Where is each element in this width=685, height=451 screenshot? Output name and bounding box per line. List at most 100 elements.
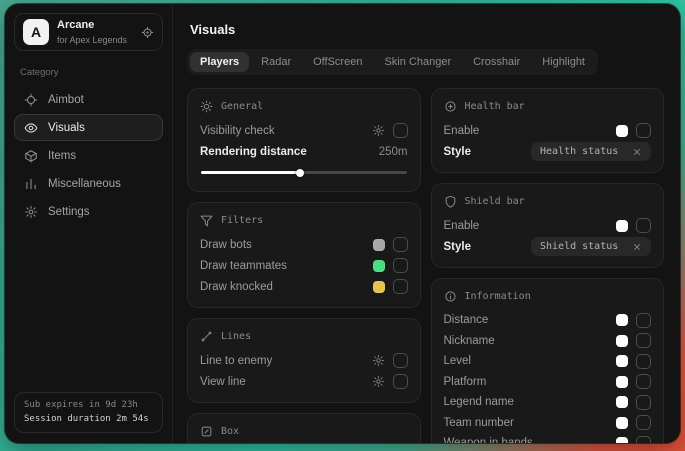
team-number-row: Team number [444, 413, 652, 434]
shield-bar-card: Shield bar Enable Style S [431, 183, 665, 268]
shield-enable-checkbox[interactable] [636, 218, 651, 233]
draw-knocked-color-swatch[interactable] [373, 281, 385, 293]
tab-bar: Players Radar OffScreen Skin Changer Cro… [187, 49, 598, 75]
info-icon [444, 290, 457, 303]
slider-thumb[interactable] [296, 169, 304, 177]
sidebar-item-aimbot[interactable]: Aimbot [14, 86, 163, 113]
visibility-check-label: Visibility check [200, 125, 275, 137]
box-card: Box Enable Enable background [187, 413, 421, 443]
draw-knocked-label: Draw knocked [200, 281, 273, 293]
health-enable-checkbox[interactable] [636, 123, 651, 138]
shield-bar-card-title: Shield bar [465, 196, 525, 207]
team-number-color-swatch[interactable] [616, 417, 628, 429]
sidebar-item-label: Miscellaneous [48, 178, 121, 190]
tab-highlight[interactable]: Highlight [532, 52, 595, 72]
sidebar-item-visuals[interactable]: Visuals [14, 114, 163, 141]
draw-knocked-checkbox[interactable] [393, 279, 408, 294]
shield-style-select[interactable]: Shield status [531, 237, 651, 256]
health-style-label: Style [444, 146, 472, 158]
visibility-check-checkbox[interactable] [393, 123, 408, 138]
weapon-in-hands-checkbox[interactable] [636, 436, 651, 443]
settings-gear-icon[interactable] [372, 375, 385, 388]
health-style-select[interactable]: Health status [531, 142, 651, 161]
sidebar-item-settings[interactable]: Settings [14, 198, 163, 225]
tab-skin-changer[interactable]: Skin Changer [374, 52, 461, 72]
box-icon [200, 425, 213, 438]
health-style-value: Health status [540, 146, 618, 157]
nickname-row: Nickname [444, 331, 652, 352]
sub-expires-text: Sub expires in 9d 23h [24, 400, 153, 410]
nickname-checkbox[interactable] [636, 333, 651, 348]
platform-color-swatch[interactable] [616, 376, 628, 388]
legend-name-color-swatch[interactable] [616, 396, 628, 408]
gear-icon [24, 205, 38, 219]
target-icon[interactable] [141, 26, 154, 39]
page-title: Visuals [190, 22, 664, 37]
information-card: Information Distance Nickname [431, 278, 665, 443]
box-card-title: Box [221, 426, 239, 437]
level-color-swatch[interactable] [616, 355, 628, 367]
shield-icon [444, 195, 457, 208]
health-enable-label: Enable [444, 125, 480, 137]
app-subtitle: for Apex Legends [57, 35, 127, 45]
platform-label: Platform [444, 376, 487, 388]
team-number-checkbox[interactable] [636, 415, 651, 430]
sun-icon [200, 100, 213, 113]
sidebar-item-label: Visuals [48, 122, 85, 134]
shield-bar-card-header: Shield bar [444, 195, 652, 208]
close-icon[interactable] [632, 242, 642, 252]
settings-gear-icon[interactable] [372, 354, 385, 367]
category-label: Category [20, 67, 157, 78]
health-bar-card-header: Health bar [444, 100, 652, 113]
slider-fill [201, 171, 300, 174]
draw-teammates-label: Draw teammates [200, 260, 287, 272]
view-line-checkbox[interactable] [393, 374, 408, 389]
view-line-label: View line [200, 376, 246, 388]
platform-checkbox[interactable] [636, 374, 651, 389]
filters-card-title: Filters [221, 215, 263, 226]
eye-icon [24, 121, 38, 135]
sidebar-item-label: Settings [48, 206, 90, 218]
view-line-row: View line [200, 371, 408, 392]
information-card-title: Information [465, 291, 531, 302]
weapon-in-hands-label: Weapon in hands [444, 437, 533, 443]
tab-radar[interactable]: Radar [251, 52, 301, 72]
weapon-in-hands-color-swatch[interactable] [616, 437, 628, 443]
shield-enable-color-swatch[interactable] [616, 220, 628, 232]
draw-bots-row: Draw bots [200, 234, 408, 255]
draw-teammates-checkbox[interactable] [393, 258, 408, 273]
draw-teammates-row: Draw teammates [200, 255, 408, 276]
rendering-distance-slider[interactable] [201, 171, 407, 174]
nickname-color-swatch[interactable] [616, 335, 628, 347]
tab-offscreen[interactable]: OffScreen [303, 52, 372, 72]
draw-bots-color-swatch[interactable] [373, 239, 385, 251]
line-to-enemy-checkbox[interactable] [393, 353, 408, 368]
sidebar-item-items[interactable]: Items [14, 142, 163, 169]
level-row: Level [444, 351, 652, 372]
draw-teammates-color-swatch[interactable] [373, 260, 385, 272]
distance-checkbox[interactable] [636, 313, 651, 328]
cube-icon [24, 149, 38, 163]
tab-players[interactable]: Players [190, 52, 249, 72]
line-to-enemy-row: Line to enemy [200, 350, 408, 371]
lines-card-header: Lines [200, 330, 408, 343]
information-card-header: Information [444, 290, 652, 303]
sidebar-item-miscellaneous[interactable]: Miscellaneous [14, 170, 163, 197]
shield-style-label: Style [444, 241, 472, 253]
crosshair-icon [24, 93, 38, 107]
legend-name-checkbox[interactable] [636, 395, 651, 410]
box-card-header: Box [200, 425, 408, 438]
health-bar-card: Health bar Enable Style H [431, 88, 665, 173]
health-enable-color-swatch[interactable] [616, 125, 628, 137]
health-icon [444, 100, 457, 113]
rendering-distance-label: Rendering distance [200, 146, 307, 158]
health-enable-row: Enable [444, 120, 652, 141]
draw-bots-checkbox[interactable] [393, 237, 408, 252]
shield-enable-row: Enable [444, 215, 652, 236]
lines-card: Lines Line to enemy [187, 318, 421, 403]
level-checkbox[interactable] [636, 354, 651, 369]
close-icon[interactable] [632, 147, 642, 157]
distance-color-swatch[interactable] [616, 314, 628, 326]
settings-gear-icon[interactable] [372, 124, 385, 137]
tab-crosshair[interactable]: Crosshair [463, 52, 530, 72]
